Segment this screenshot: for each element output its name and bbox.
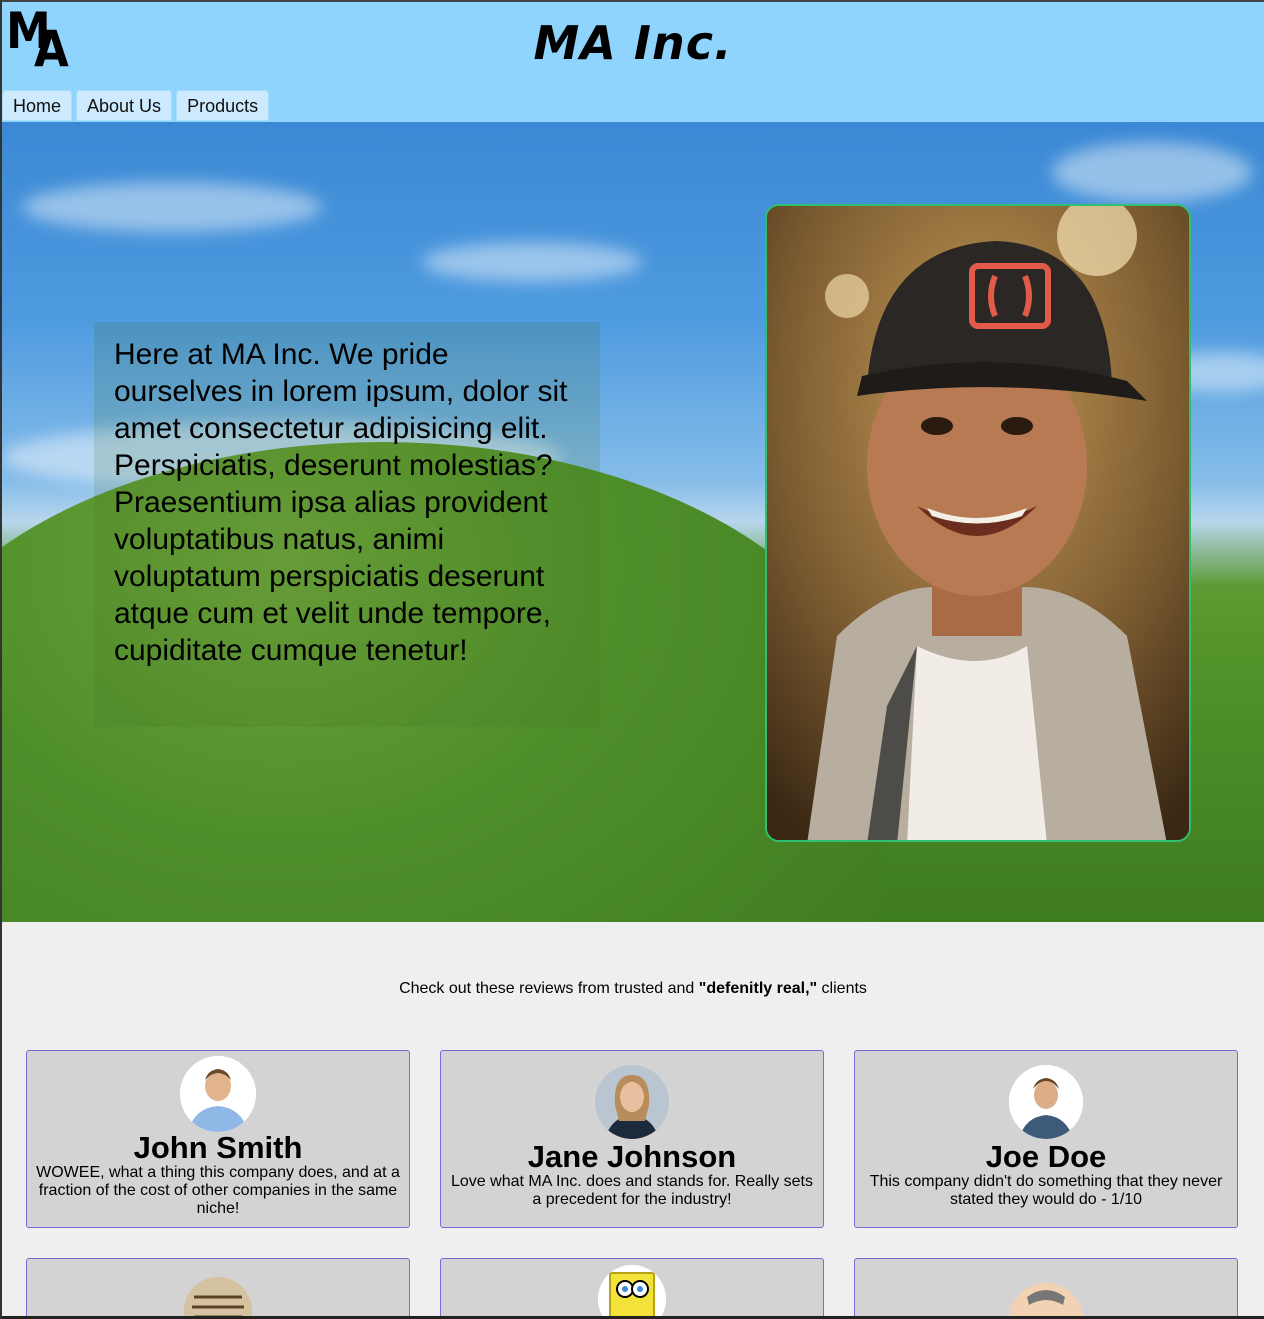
cloud [422, 242, 642, 282]
sponge-character-icon [598, 1265, 666, 1319]
review-card [440, 1258, 824, 1319]
reviewer-name: John Smith [133, 1130, 303, 1165]
reviews-intro: Check out these reviews from trusted and… [2, 980, 1264, 998]
review-text: Love what MA Inc. does and stands for. R… [451, 1173, 813, 1208]
engraving-portrait-icon [184, 1277, 252, 1319]
site-title: MA Inc. [533, 16, 733, 70]
review-text: This company didn't do something that th… [869, 1173, 1223, 1208]
cloud [1052, 142, 1252, 202]
review-card [26, 1258, 410, 1319]
reviewer-name: Jane Johnson [527, 1139, 737, 1174]
main-nav: Home About Us Products [2, 90, 270, 121]
review-card-jane-johnson: Jane Johnson Love what MA Inc. does and … [440, 1050, 824, 1228]
reviews-intro-text: Check out these reviews from trusted and [399, 980, 699, 997]
man-portrait-icon [1009, 1065, 1083, 1139]
review-card [854, 1258, 1238, 1319]
nav-home[interactable]: Home [2, 90, 73, 121]
smiling-man-image [767, 206, 1189, 840]
avatar-john-smith [180, 1056, 256, 1132]
cartoon-portrait-icon [1009, 1283, 1083, 1319]
nav-about-us[interactable]: About Us [76, 90, 173, 121]
hero-description: Here at MA Inc. We pride ourselves in lo… [94, 322, 600, 727]
avatar-spongebob [598, 1265, 666, 1319]
portrait-photo [765, 204, 1191, 842]
man-portrait-icon [180, 1056, 256, 1132]
cloud [22, 182, 322, 232]
avatar-cartoon [1009, 1283, 1083, 1319]
woman-portrait-icon [595, 1065, 669, 1139]
reviewer-name: Joe Doe [985, 1139, 1107, 1174]
avatar-joe-doe [1009, 1065, 1083, 1139]
avatar-engraving [184, 1277, 252, 1319]
hero-section: Here at MA Inc. We pride ourselves in lo… [2, 122, 1264, 922]
review-card-john-smith: John Smith WOWEE, what a thing this comp… [26, 1050, 410, 1228]
review-card-joe-doe: Joe Doe This company didn't do something… [854, 1050, 1238, 1228]
site-header: M A MA Inc. Home About Us Products [2, 2, 1264, 122]
avatar-jane-johnson [595, 1065, 669, 1139]
reviews-intro-bold: "defenitly real," [698, 980, 818, 997]
review-text: WOWEE, what a thing this company does, a… [36, 1164, 400, 1217]
nav-products[interactable]: Products [176, 90, 270, 121]
reviews-intro-suffix: clients [817, 980, 867, 997]
